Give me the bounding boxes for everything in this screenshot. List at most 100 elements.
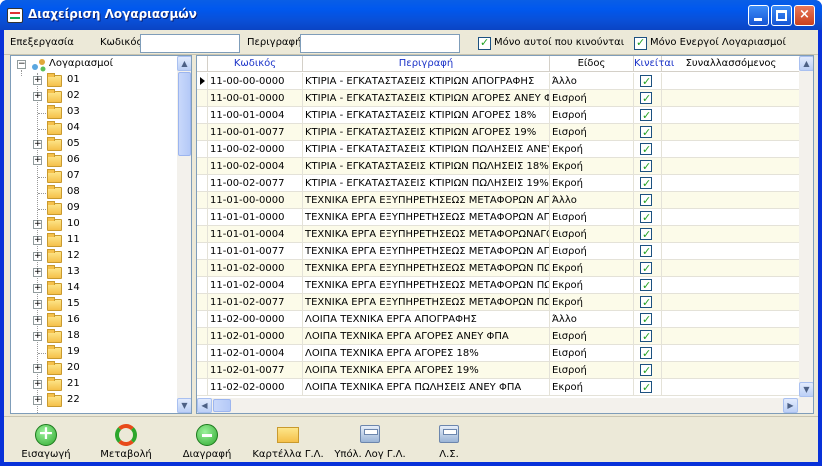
scroll-right-icon[interactable]: ▶	[783, 398, 798, 413]
row-selector[interactable]	[197, 362, 208, 379]
cell-description[interactable]: ΛΟΙΠΑ ΤΕΧΝΙΚΑ ΕΡΓΑ ΠΩΛΗΣΕΙΣ ΑΝΕΥ ΦΠΑ	[303, 379, 550, 396]
moving-checkbox[interactable]	[640, 311, 652, 328]
moving-checkbox[interactable]	[640, 328, 652, 345]
table-row[interactable]: 11-01-02-0004 ΤΕΧΝΙΚΑ ΕΡΓΑ ΕΞΥΠΗΡΕΤΗΣΕΩΣ …	[197, 277, 801, 294]
cell-description[interactable]: ΚΤΙΡΙΑ - ΕΓΚΑΤΑΣΤΑΣΕΙΣ ΚΤΙΡΙΩΝ ΠΩΛΗΣΕΙΣ …	[303, 141, 550, 158]
cell-kind[interactable]: Άλλο	[550, 73, 634, 90]
tree-item[interactable]: +11	[11, 233, 179, 249]
cell-description[interactable]: ΛΟΙΠΑ ΤΕΧΝΙΚΑ ΕΡΓΑ ΑΓΟΡΕΣ ΑΝΕΥ ΦΠΑ	[303, 328, 550, 345]
cell-moving[interactable]	[634, 158, 662, 175]
column-header-code[interactable]: Κωδικός	[208, 56, 303, 72]
cell-partner[interactable]	[662, 107, 801, 124]
cell-code[interactable]: 11-01-00-0000	[208, 192, 303, 209]
moving-checkbox[interactable]	[640, 175, 652, 192]
row-selector[interactable]	[197, 379, 208, 396]
expand-icon[interactable]: +	[33, 316, 42, 325]
ledger-card-button[interactable]: Καρτέλλα Γ.Λ.	[250, 421, 326, 461]
cell-moving[interactable]	[634, 90, 662, 107]
scroll-up-icon[interactable]: ▲	[799, 56, 813, 71]
row-selector[interactable]	[197, 260, 208, 277]
tree-item[interactable]: +06	[11, 153, 179, 169]
cell-code[interactable]: 11-00-01-0077	[208, 124, 303, 141]
cell-kind[interactable]: Εισροή	[550, 362, 634, 379]
cell-kind[interactable]: Εισροή	[550, 107, 634, 124]
cell-partner[interactable]	[662, 192, 801, 209]
tree-item[interactable]: +14	[11, 281, 179, 297]
cell-partner[interactable]	[662, 328, 801, 345]
tree-item[interactable]: +22	[11, 393, 179, 409]
cell-code[interactable]: 11-00-02-0004	[208, 158, 303, 175]
table-row[interactable]: 11-02-01-0000 ΛΟΙΠΑ ΤΕΧΝΙΚΑ ΕΡΓΑ ΑΓΟΡΕΣ Α…	[197, 328, 801, 345]
title-bar[interactable]: Διαχείριση Λογαριασμών ×	[0, 0, 822, 30]
cell-code[interactable]: 11-00-02-0077	[208, 175, 303, 192]
cell-code[interactable]: 11-01-01-0000	[208, 209, 303, 226]
cell-code[interactable]: 11-01-02-0004	[208, 277, 303, 294]
tree-item[interactable]: 07	[11, 169, 179, 185]
column-header-partner[interactable]: Συναλλασσόμενος	[662, 56, 801, 72]
maximize-button[interactable]	[771, 5, 792, 26]
table-row[interactable]: 11-01-02-0000 ΤΕΧΝΙΚΑ ΕΡΓΑ ΕΞΥΠΗΡΕΤΗΣΕΩΣ …	[197, 260, 801, 277]
row-selector[interactable]	[197, 226, 208, 243]
insert-button[interactable]: Εισαγωγή	[16, 421, 76, 461]
cell-description[interactable]: ΚΤΙΡΙΑ - ΕΓΚΑΤΑΣΤΑΣΕΙΣ ΚΤΙΡΙΩΝ ΑΠΟΓΡΑΦΗΣ	[303, 73, 550, 90]
table-row[interactable]: 11-00-01-0000 ΚΤΙΡΙΑ - ΕΓΚΑΤΑΣΤΑΣΕΙΣ ΚΤΙΡ…	[197, 90, 801, 107]
cell-moving[interactable]	[634, 311, 662, 328]
cell-kind[interactable]: Εκροή	[550, 277, 634, 294]
row-selector[interactable]	[197, 124, 208, 141]
cell-code[interactable]: 11-02-01-0077	[208, 362, 303, 379]
table-row[interactable]: 11-00-01-0004 ΚΤΙΡΙΑ - ΕΓΚΑΤΑΣΤΑΣΕΙΣ ΚΤΙΡ…	[197, 107, 801, 124]
cell-description[interactable]: ΚΤΙΡΙΑ - ΕΓΚΑΤΑΣΤΑΣΕΙΣ ΚΤΙΡΙΩΝ ΠΩΛΗΣΕΙΣ …	[303, 158, 550, 175]
table-row[interactable]: 11-00-00-0000 ΚΤΙΡΙΑ - ΕΓΚΑΤΑΣΤΑΣΕΙΣ ΚΤΙΡ…	[197, 73, 801, 90]
cell-moving[interactable]	[634, 362, 662, 379]
tree-item[interactable]: +16	[11, 313, 179, 329]
tree-item[interactable]: 08	[11, 185, 179, 201]
cell-code[interactable]: 11-02-02-0000	[208, 379, 303, 396]
cell-kind[interactable]: Άλλο	[550, 311, 634, 328]
expand-icon[interactable]: +	[33, 284, 42, 293]
cell-description[interactable]: ΤΕΧΝΙΚΑ ΕΡΓΑ ΕΞΥΠΗΡΕΤΗΣΕΩΣ ΜΕΤΑΦΟΡΩΝ ΑΓΟ…	[303, 209, 550, 226]
only-moving-checkbox[interactable]	[478, 36, 491, 50]
cell-kind[interactable]: Εισροή	[550, 345, 634, 362]
edit-menu[interactable]: Επεξεργασία	[10, 37, 74, 48]
table-row[interactable]: 11-01-01-0000 ΤΕΧΝΙΚΑ ΕΡΓΑ ΕΞΥΠΗΡΕΤΗΣΕΩΣ …	[197, 209, 801, 226]
minimize-button[interactable]	[748, 5, 769, 26]
cell-moving[interactable]	[634, 260, 662, 277]
cell-kind[interactable]: Εισροή	[550, 226, 634, 243]
cell-kind[interactable]: Άλλο	[550, 192, 634, 209]
moving-checkbox[interactable]	[640, 158, 652, 175]
cell-moving[interactable]	[634, 243, 662, 260]
cell-partner[interactable]	[662, 345, 801, 362]
expand-icon[interactable]: +	[33, 380, 42, 389]
table-row[interactable]: 11-02-01-0004 ΛΟΙΠΑ ΤΕΧΝΙΚΑ ΕΡΓΑ ΑΓΟΡΕΣ 1…	[197, 345, 801, 362]
cell-partner[interactable]	[662, 311, 801, 328]
delete-button[interactable]: Διαγραφή	[174, 421, 240, 461]
table-row[interactable]: 11-00-02-0004 ΚΤΙΡΙΑ - ΕΓΚΑΤΑΣΤΑΣΕΙΣ ΚΤΙΡ…	[197, 158, 801, 175]
cell-description[interactable]: ΤΕΧΝΙΚΑ ΕΡΓΑ ΕΞΥΠΗΡΕΤΗΣΕΩΣ ΜΕΤΑΦΟΡΩΝ ΠΩΛ…	[303, 277, 550, 294]
cell-kind[interactable]: Εισροή	[550, 328, 634, 345]
ls-button[interactable]: Λ.Σ.	[424, 421, 474, 461]
expand-icon[interactable]: +	[33, 76, 42, 85]
grid-horizontal-scrollbar[interactable]: ◀ ▶	[197, 398, 813, 413]
expand-icon[interactable]: +	[33, 92, 42, 101]
only-active-checkbox[interactable]	[634, 36, 647, 50]
cell-kind[interactable]: Εκροή	[550, 260, 634, 277]
scroll-left-icon[interactable]: ◀	[197, 398, 212, 413]
moving-checkbox[interactable]	[640, 294, 652, 311]
cell-partner[interactable]	[662, 90, 801, 107]
cell-code[interactable]: 11-00-02-0000	[208, 141, 303, 158]
moving-checkbox[interactable]	[640, 379, 652, 396]
moving-checkbox[interactable]	[640, 362, 652, 379]
tree-item[interactable]: +20	[11, 361, 179, 377]
cell-code[interactable]: 11-00-01-0000	[208, 90, 303, 107]
cell-moving[interactable]	[634, 379, 662, 396]
moving-checkbox[interactable]	[640, 124, 652, 141]
table-row[interactable]: 11-00-01-0077 ΚΤΙΡΙΑ - ΕΓΚΑΤΑΣΤΑΣΕΙΣ ΚΤΙΡ…	[197, 124, 801, 141]
cell-partner[interactable]	[662, 362, 801, 379]
cell-code[interactable]: 11-01-01-0077	[208, 243, 303, 260]
table-row[interactable]: 11-00-02-0077 ΚΤΙΡΙΑ - ΕΓΚΑΤΑΣΤΑΣΕΙΣ ΚΤΙΡ…	[197, 175, 801, 192]
tree-item[interactable]: +02	[11, 89, 179, 105]
cell-kind[interactable]: Εισροή	[550, 243, 634, 260]
cell-moving[interactable]	[634, 277, 662, 294]
expand-icon[interactable]: +	[33, 156, 42, 165]
row-selector[interactable]	[197, 141, 208, 158]
